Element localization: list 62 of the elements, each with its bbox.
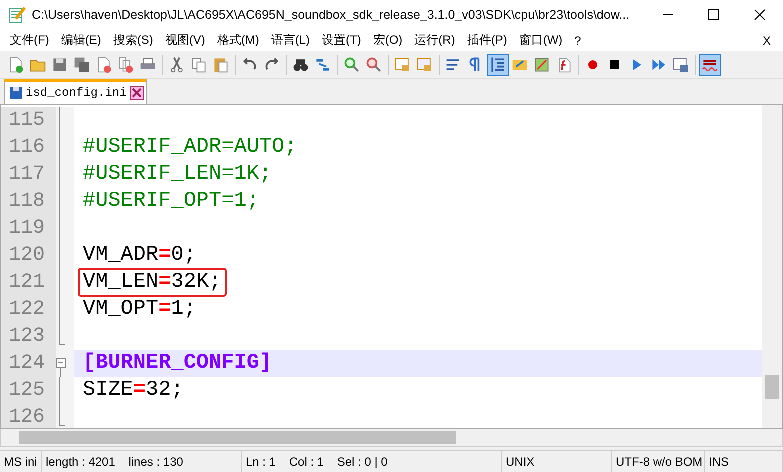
status-field: length : 4201 lines : 130 <box>42 451 242 472</box>
line-number: 124 <box>1 350 56 377</box>
menu-item[interactable]: ? <box>568 30 588 50</box>
save-macro-icon <box>672 56 690 74</box>
notepad-pen-icon <box>8 6 26 24</box>
floppy-icon <box>51 56 69 74</box>
menu-item[interactable]: 视图(V) <box>159 30 212 50</box>
floppy-icon <box>9 86 23 100</box>
close-icon[interactable] <box>754 9 766 21</box>
line-number: 122 <box>1 296 56 323</box>
code-text: #USERIF_LEN=1K; <box>82 162 274 188</box>
highlight-box: VM_LEN=32K; <box>78 268 227 297</box>
menu-item[interactable]: 运行(R) <box>408 30 462 50</box>
horizontal-scrollbar[interactable] <box>0 429 783 447</box>
window-title: C:\Users\haven\Desktop\JL\AC695X\AC695N_soundbox_sdk_release_3.1.0_v03\SDK\cpu\br23\tools\dow... <box>32 8 631 22</box>
status-field: UTF-8 w/o BOM <box>612 451 705 472</box>
line-number: 117 <box>1 161 56 188</box>
status-field: MS ini <box>0 451 42 472</box>
menu-item[interactable]: 搜索(S) <box>107 30 160 50</box>
line-number: 123 <box>1 323 56 350</box>
menu-item[interactable]: 语言(L) <box>265 30 316 50</box>
line-number: 119 <box>1 215 56 242</box>
status-field: Ln : 1 Col : 1 Sel : 0 | 0 <box>242 451 502 472</box>
zoom-out-icon <box>365 56 383 74</box>
close-document-button[interactable]: X <box>756 30 777 50</box>
scissors-icon <box>168 56 186 74</box>
status-field: INS <box>705 451 783 472</box>
menu-item[interactable]: 格式(M) <box>211 30 266 50</box>
menu-item[interactable]: 编辑(E) <box>55 30 108 50</box>
code-text: VM_ADR=0; <box>82 243 198 269</box>
close-icon[interactable] <box>130 86 144 100</box>
code-text: VM_OPT=1; <box>82 297 198 323</box>
zoom-in-icon <box>343 56 361 74</box>
toolbar-button[interactable] <box>699 54 721 76</box>
menu-item[interactable]: 文件(F) <box>4 30 56 50</box>
maximize-icon[interactable] <box>708 9 720 21</box>
vertical-scrollbar[interactable] <box>762 105 782 428</box>
line-number: 120 <box>1 242 56 269</box>
close-file-icon <box>95 56 113 74</box>
clipboard-icon <box>212 56 230 74</box>
code-text: SIZE=32; <box>82 378 185 404</box>
close-files-icon <box>117 56 135 74</box>
file-tab[interactable]: isd_config.ini <box>4 79 147 104</box>
code-text: [BURNER_CONFIG] <box>82 351 274 377</box>
floppies-icon <box>73 56 91 74</box>
line-number: 118 <box>1 188 56 215</box>
line-number: 125 <box>1 377 56 404</box>
menu-item[interactable]: 宏(O) <box>367 30 409 50</box>
indent-guide-icon <box>489 56 507 74</box>
menu-item[interactable]: 插件(P) <box>461 30 514 50</box>
menu-item[interactable]: 设置(T) <box>316 30 368 50</box>
code-text: #USERIF_OPT=1; <box>82 189 260 215</box>
line-number: 115 <box>1 107 56 134</box>
document-map-icon <box>533 56 551 74</box>
status-field: UNIX <box>502 451 612 472</box>
line-number: 116 <box>1 134 56 161</box>
line-number: 121 <box>1 269 56 296</box>
code-text: #USERIF_ADR=AUTO; <box>82 135 298 161</box>
menu-item[interactable]: 窗口(W) <box>513 30 569 50</box>
new-file-icon <box>7 56 25 74</box>
copy-icon <box>190 56 208 74</box>
line-number: 126 <box>1 404 56 428</box>
